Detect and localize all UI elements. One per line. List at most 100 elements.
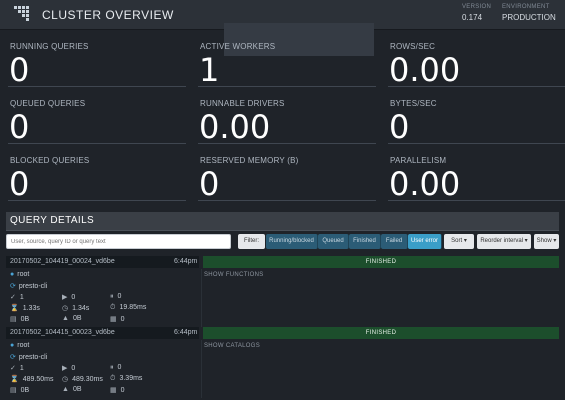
completed-splits-value: 1 — [19, 294, 24, 301]
memory: ▤ 0B — [10, 386, 29, 394]
cpu-time-icon: ◷ — [62, 376, 69, 383]
query-divider — [201, 269, 202, 327]
search-input[interactable] — [6, 234, 231, 249]
tile-label: RESERVED MEMORY (B) — [200, 156, 299, 165]
memory-value: 0B — [20, 316, 30, 323]
cumulative-value: 0 — [120, 316, 125, 323]
page-title: CLUSTER OVERVIEW — [42, 8, 174, 22]
memory-icon: ▤ — [10, 316, 17, 323]
peak-memory-value: 0B — [72, 315, 82, 322]
tile-divider — [198, 86, 376, 87]
query-id-bar: 20170502_104415_00023_vd6be 6:44pm — [6, 327, 199, 339]
wall-time: ⌛ 1.33s — [10, 304, 40, 312]
tile-divider — [198, 200, 376, 201]
memory: ▤ 0B — [10, 315, 29, 323]
tile-value: 0.00 — [389, 51, 461, 89]
tile-reserved-memory: RESERVED MEMORY (B) 0 — [196, 150, 378, 203]
peak-memory-icon: ▲ — [62, 315, 69, 322]
tile-running-queries: RUNNING QUERIES 0 — [6, 36, 188, 89]
query-sql[interactable]: SHOW CATALOGS — [204, 343, 260, 349]
queued-splits-value: 0 — [117, 293, 122, 300]
query-state-bar: FINISHED — [203, 256, 559, 268]
query-time: 6:44pm — [174, 329, 198, 336]
queued-splits-icon: ⏸ — [110, 293, 114, 300]
tile-bytes-per-sec: BYTES/SEC 0 — [386, 93, 565, 146]
elapsed-time: ⏱ 19.85ms — [110, 304, 146, 312]
query-item[interactable]: 20170502_104415_00023_vd6be 6:44pm FINIS… — [6, 327, 559, 399]
filter-failed[interactable]: Failed — [381, 234, 408, 249]
query-sql[interactable]: SHOW FUNCTIONS — [204, 272, 264, 278]
filter-label: Filter: — [238, 234, 265, 249]
peak-memory: ▲ 0B — [62, 386, 82, 393]
queued-splits-value: 0 — [117, 364, 122, 371]
completed-splits: ✓ 1 — [10, 293, 24, 301]
peak-memory-value: 0B — [72, 386, 82, 393]
tile-divider — [198, 143, 376, 144]
cpu-time: ◷ 489.30ms — [62, 375, 103, 383]
queued-splits: ⏸ 0 — [110, 364, 121, 372]
query-divider — [201, 340, 202, 398]
query-source-value: presto-cli — [18, 354, 48, 361]
filter-queued[interactable]: Queued — [318, 234, 349, 249]
version-value: 0.174 — [462, 13, 483, 22]
completed-splits-value: 1 — [19, 365, 24, 372]
section-title: QUERY DETAILS — [10, 215, 95, 226]
tile-label: BLOCKED QUERIES — [10, 156, 90, 165]
tile-label: ACTIVE WORKERS — [200, 42, 276, 51]
cumulative-icon: ▦ — [110, 387, 117, 394]
peak-memory-icon: ▲ — [62, 386, 69, 393]
tile-divider — [8, 200, 186, 201]
elapsed-time-value: 3.39ms — [119, 375, 143, 382]
query-item[interactable]: 20170502_104419_00024_vd6be 6:44pm FINIS… — [6, 256, 559, 328]
cpu-time-value: 489.30ms — [72, 376, 103, 383]
tile-runnable-drivers: RUNNABLE DRIVERS 0.00 — [196, 93, 378, 146]
cumulative-value: 0 — [120, 387, 125, 394]
show-dropdown[interactable]: Show ▾ — [534, 234, 559, 249]
query-time: 6:44pm — [174, 258, 198, 265]
tile-queued-queries: QUEUED QUERIES 0 — [6, 93, 188, 146]
filter-user-error[interactable]: User error — [408, 234, 442, 249]
peak-memory: ▲ 0B — [62, 315, 82, 322]
memory-value: 0B — [20, 387, 30, 394]
wall-time-icon: ⌛ — [10, 305, 19, 312]
query-user: ● root — [10, 271, 29, 278]
tile-value: 0 — [389, 108, 410, 146]
filter-running-blocked[interactable]: Running/blocked — [266, 234, 318, 249]
wall-time-value: 489.50ms — [22, 376, 54, 383]
source-icon: ⟳ — [10, 283, 16, 290]
tile-value: 0 — [9, 165, 30, 203]
query-state-bar: FINISHED — [203, 327, 559, 339]
tile-value: 0 — [199, 165, 220, 203]
running-splits-icon: ▶ — [62, 294, 68, 301]
running-splits: ▶ 0 — [62, 364, 75, 372]
query-controls: Filter: Running/blocked Queued Finished … — [6, 234, 559, 250]
tile-parallelism: PARALLELISM 0.00 — [386, 150, 565, 203]
query-user-value: root — [17, 271, 30, 278]
elapsed-time-icon: ⏱ — [110, 304, 116, 311]
version-label: VERSION — [462, 4, 492, 10]
sort-dropdown[interactable]: Sort ▾ — [444, 234, 474, 249]
query-source: ⟳ presto-cli — [10, 353, 47, 361]
query-id[interactable]: 20170502_104419_00024_vd6be — [10, 258, 115, 265]
filter-finished[interactable]: Finished — [349, 234, 381, 249]
tile-label: RUNNABLE DRIVERS — [200, 99, 285, 108]
wall-time-icon: ⌛ — [10, 376, 19, 383]
query-id-bar: 20170502_104419_00024_vd6be 6:44pm — [6, 256, 199, 268]
running-splits-value: 0 — [71, 294, 76, 301]
reorder-interval-dropdown[interactable]: Reorder interval ▾ — [477, 234, 531, 249]
running-splits-icon: ▶ — [62, 365, 68, 372]
tile-divider — [388, 143, 565, 144]
source-icon: ⟳ — [10, 354, 16, 361]
elapsed-time-icon: ⏱ — [110, 375, 116, 382]
memory-icon: ▤ — [10, 387, 17, 394]
cpu-time: ◷ 1.34s — [62, 304, 89, 312]
tile-label: ROWS/SEC — [390, 42, 436, 51]
query-id[interactable]: 20170502_104415_00023_vd6be — [10, 329, 115, 336]
query-user: ● root — [10, 342, 29, 349]
tile-divider — [388, 86, 565, 87]
queued-splits: ⏸ 0 — [110, 293, 121, 301]
tile-label: BYTES/SEC — [390, 99, 437, 108]
tile-divider — [388, 200, 565, 201]
query-user-value: root — [17, 342, 30, 349]
query-source: ⟳ presto-cli — [10, 282, 47, 290]
